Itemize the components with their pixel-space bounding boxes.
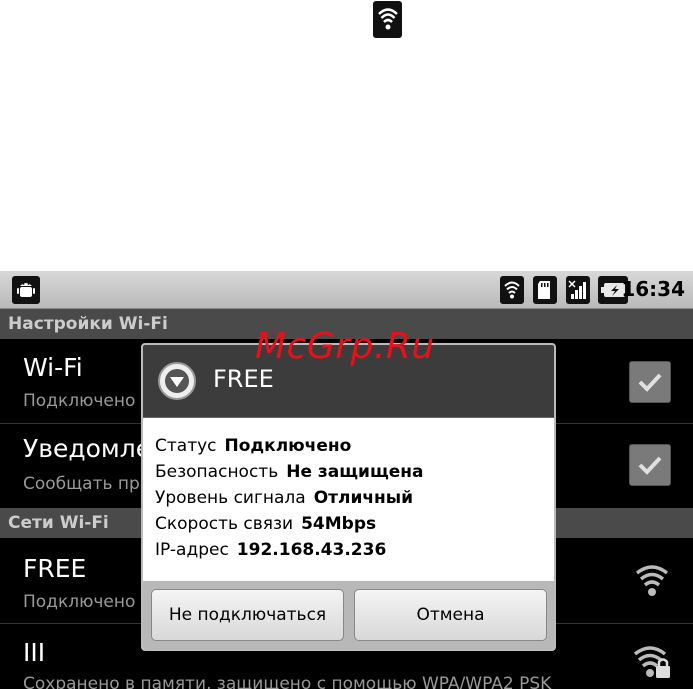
info-value: 54Mbps [301,514,377,534]
sd-card-icon [533,276,557,304]
network-details-dialog: FREE Статус Подключено Безопасность Не защ… [141,343,556,651]
wifi-icon [632,560,672,600]
wifi-checkbox[interactable] [629,361,671,403]
checkmark-icon [638,456,662,475]
wifi-row-title: Wi-Fi [23,353,83,382]
status-time: 16:34 [621,277,685,301]
info-value: Подключено [224,436,352,456]
network-status: Сохранено в памяти, защищено с помощью W… [23,674,552,689]
info-label: IP-адрес [155,540,229,560]
dialog-title: FREE [213,365,274,393]
info-value: 192.168.43.236 [236,540,387,560]
dialog-body: Статус Подключено Безопасность Не защищена… [143,418,554,581]
info-label: Статус [155,436,217,456]
info-security: Безопасность Не защищена [155,462,424,482]
network-status: Подключено [23,592,136,612]
notify-row-subtitle: Сообщать при [23,474,151,494]
info-status: Статус Подключено [155,436,351,456]
info-ip: IP-адрес 192.168.43.236 [155,540,386,560]
notify-row-title: Уведомле [23,434,152,463]
signal-icon [566,276,590,304]
info-value: Не защищена [286,462,424,482]
wifi-row-subtitle: Подключено к [23,391,152,411]
checkmark-icon [638,373,662,392]
watermark: McGrp.Ru [255,326,435,367]
wifi-icon [373,1,402,38]
network-name: III [23,638,46,667]
wifi-lock-icon [632,642,672,682]
dialog-button-bar: Не подключаться Отмена [143,581,554,649]
info-signal: Уровень сигнала Отличный [155,488,413,508]
cancel-button[interactable]: Отмена [354,589,547,641]
android-icon [12,276,40,304]
notify-checkbox[interactable] [629,444,671,486]
info-label: Скорость связи [155,514,294,534]
wifi-dialog-icon [157,361,197,401]
info-speed: Скорость связи 54Mbps [155,514,376,534]
info-label: Безопасность [155,462,279,482]
network-name: FREE [23,554,87,583]
status-bar: 16:34 [0,271,693,309]
disconnect-button[interactable]: Не подключаться [151,589,344,641]
info-label: Уровень сигнала [155,488,306,508]
wifi-icon [500,276,524,304]
info-value: Отличный [313,488,414,508]
